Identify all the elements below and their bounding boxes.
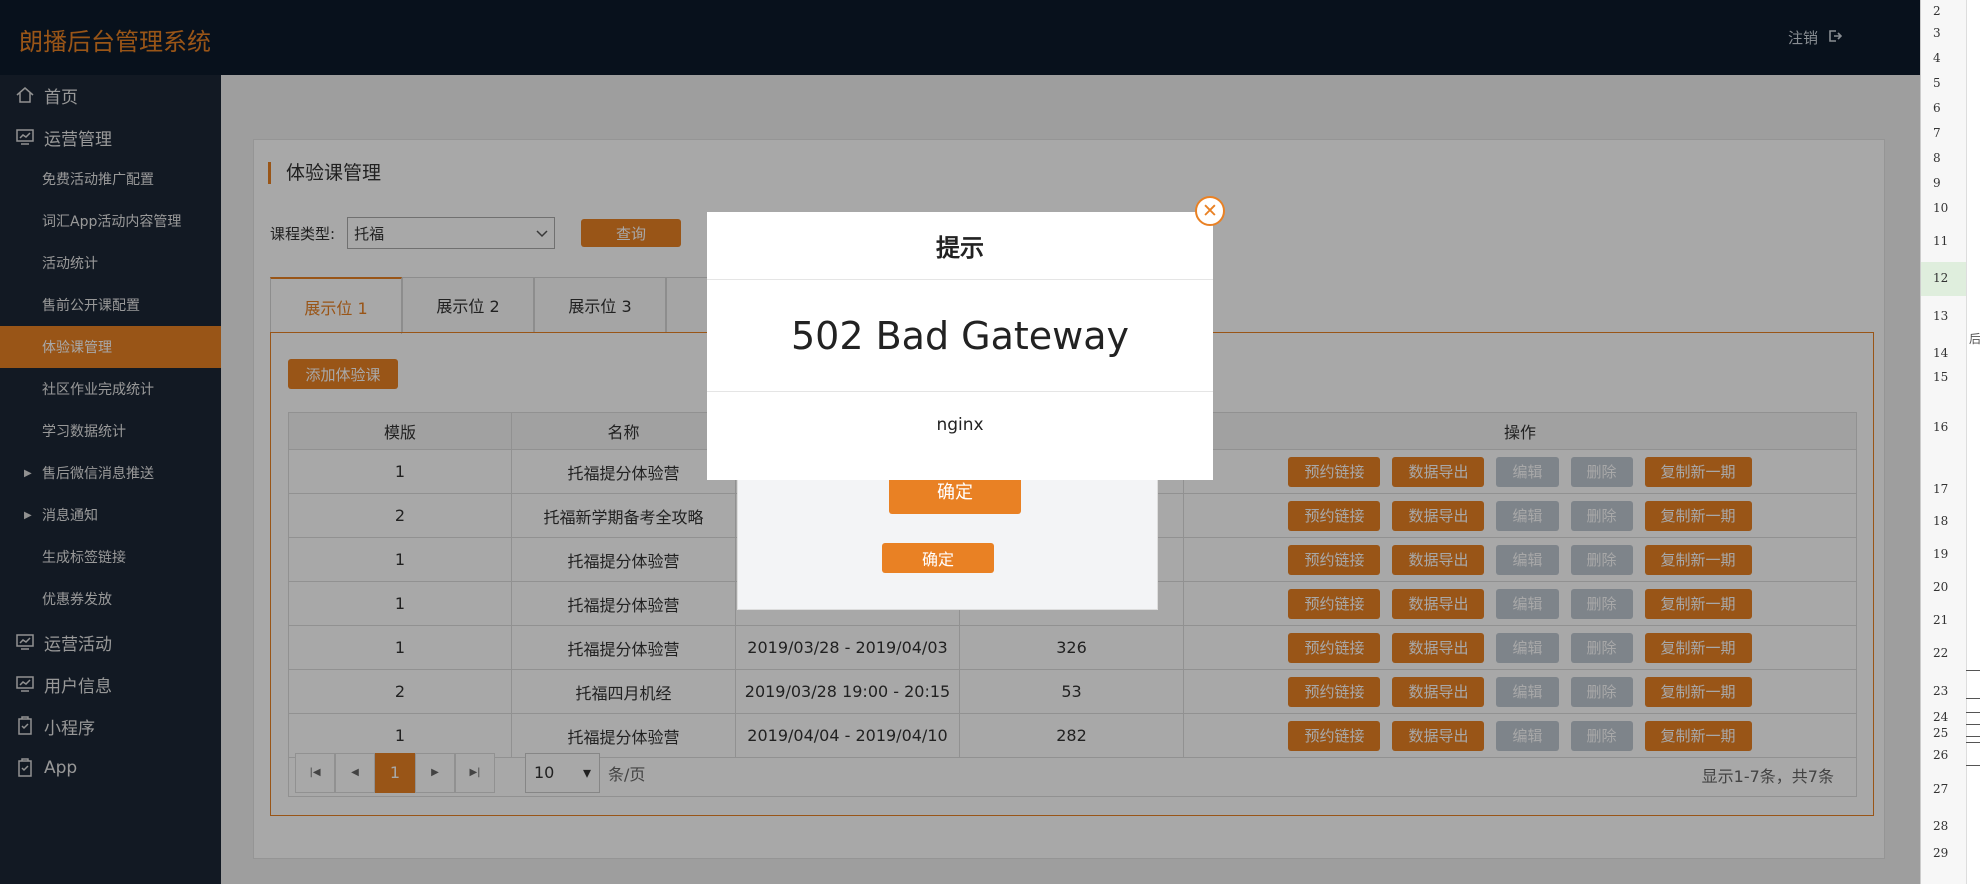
- row-number: 9: [1933, 176, 1941, 190]
- cell-border: [1966, 724, 1980, 725]
- row-number: 26: [1933, 748, 1949, 762]
- spreadsheet-column: [1966, 0, 1980, 884]
- cell-border: [1966, 670, 1980, 671]
- row-number: 5: [1933, 76, 1941, 90]
- row-number: 18: [1933, 514, 1949, 528]
- row-number: 3: [1933, 26, 1941, 40]
- row-number: 15: [1933, 370, 1949, 384]
- row-number: 27: [1933, 782, 1949, 796]
- spreadsheet-strip: 2 3 4 5 6 7 8 9 10 11 12 13 14 15 16 17 18 19 20 21 22 23 24 25…: [1920, 0, 1980, 884]
- row-number: 12: [1933, 271, 1949, 285]
- cell-border: [1966, 736, 1980, 737]
- row-number: 20: [1933, 580, 1949, 594]
- cell-border: [1966, 742, 1980, 743]
- cell-border: [1966, 712, 1980, 713]
- row-number: 2: [1933, 4, 1941, 18]
- row-number: 29: [1933, 846, 1949, 860]
- row-number: 22: [1933, 646, 1949, 660]
- row-number: 17: [1933, 482, 1949, 496]
- server-name: nginx: [936, 415, 984, 435]
- row-number: 24: [1933, 710, 1949, 724]
- row-number: 6: [1933, 101, 1941, 115]
- row-number: 21: [1933, 613, 1949, 627]
- row-number: 8: [1933, 151, 1941, 165]
- row-number: 28: [1933, 819, 1949, 833]
- cell-char: 后: [1969, 332, 1980, 346]
- row-number: 10: [1933, 201, 1949, 215]
- row-number: 19: [1933, 547, 1949, 561]
- row-number: 16: [1933, 420, 1949, 434]
- row-number: 4: [1933, 51, 1941, 65]
- row-number: 25: [1933, 726, 1949, 740]
- confirm-ok-button[interactable]: 确定: [882, 543, 994, 573]
- close-icon[interactable]: ✕: [1195, 196, 1225, 226]
- alert-title: 提示: [707, 212, 1213, 280]
- row-number: 14: [1933, 346, 1949, 360]
- alert-dialog: 提示 502 Bad Gateway nginx: [707, 212, 1213, 480]
- cell-border: [1966, 765, 1980, 766]
- row-number: 7: [1933, 126, 1941, 140]
- page: 朗播后台管理系统 注销 首页 运营管理 免费活动推广配置 词汇App活动内容管理…: [0, 0, 1920, 884]
- row-number: 11: [1933, 234, 1949, 248]
- error-message: 502 Bad Gateway: [707, 280, 1213, 392]
- row-number: 13: [1933, 309, 1949, 323]
- row-number: 23: [1933, 684, 1949, 698]
- cell-border: [1966, 698, 1980, 699]
